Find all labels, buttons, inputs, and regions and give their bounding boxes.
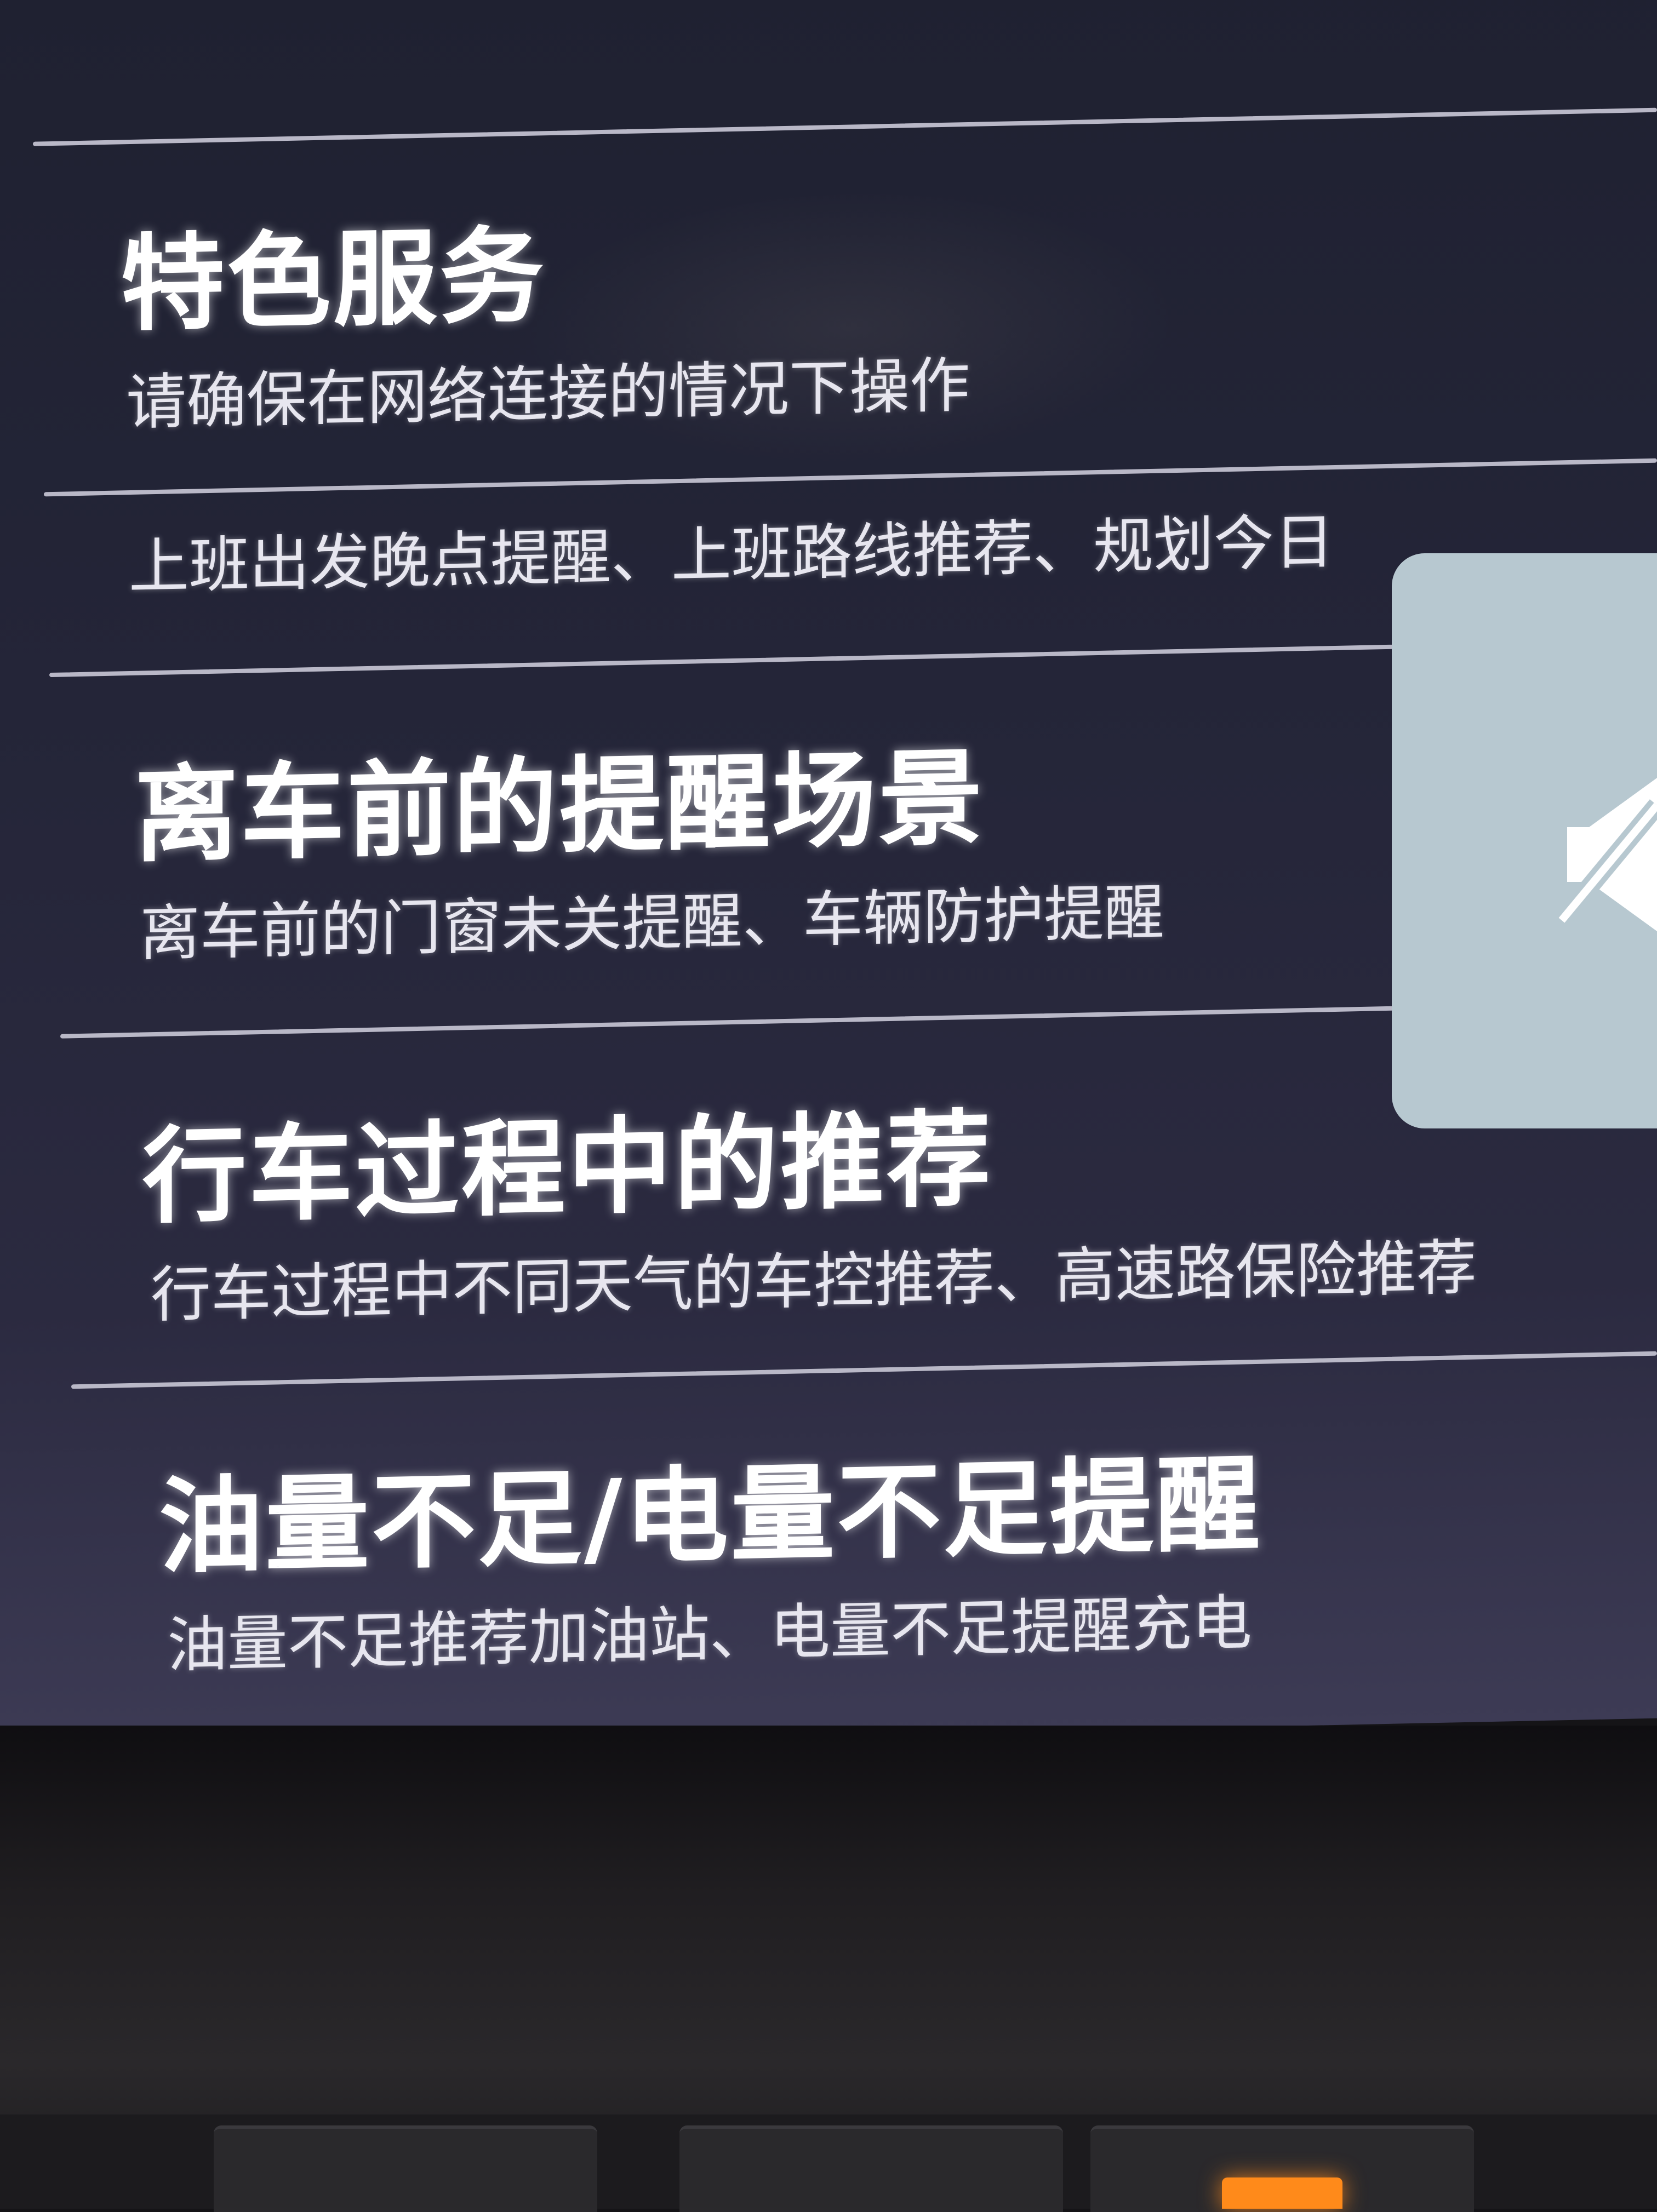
indicator-light — [1222, 2177, 1342, 2209]
section-title-leave-car: 离车前的提醒场景 — [134, 737, 985, 876]
section-subtitle-network-notice: 请确保在网络连接的情况下操作 — [126, 349, 970, 438]
mute-icon[interactable] — [1556, 756, 1657, 931]
divider-top — [33, 107, 1657, 146]
section-title-low-fuel: 油量不足/电量不足提醒 — [159, 1443, 1262, 1588]
section-subtitle-commute: 上班出发晚点提醒、上班路线推荐、规划今日 — [129, 506, 1334, 603]
section-title-driving: 行车过程中的推荐 — [142, 1099, 993, 1238]
physical-button-1[interactable] — [214, 2125, 597, 2212]
physical-button-2[interactable] — [679, 2125, 1063, 2212]
divider-4 — [71, 1351, 1657, 1389]
section-subtitle-leave-car: 离车前的门窗未关提醒、车辆防护提醒 — [140, 877, 1164, 969]
section-title-featured-services: 特色服务 — [121, 215, 546, 346]
